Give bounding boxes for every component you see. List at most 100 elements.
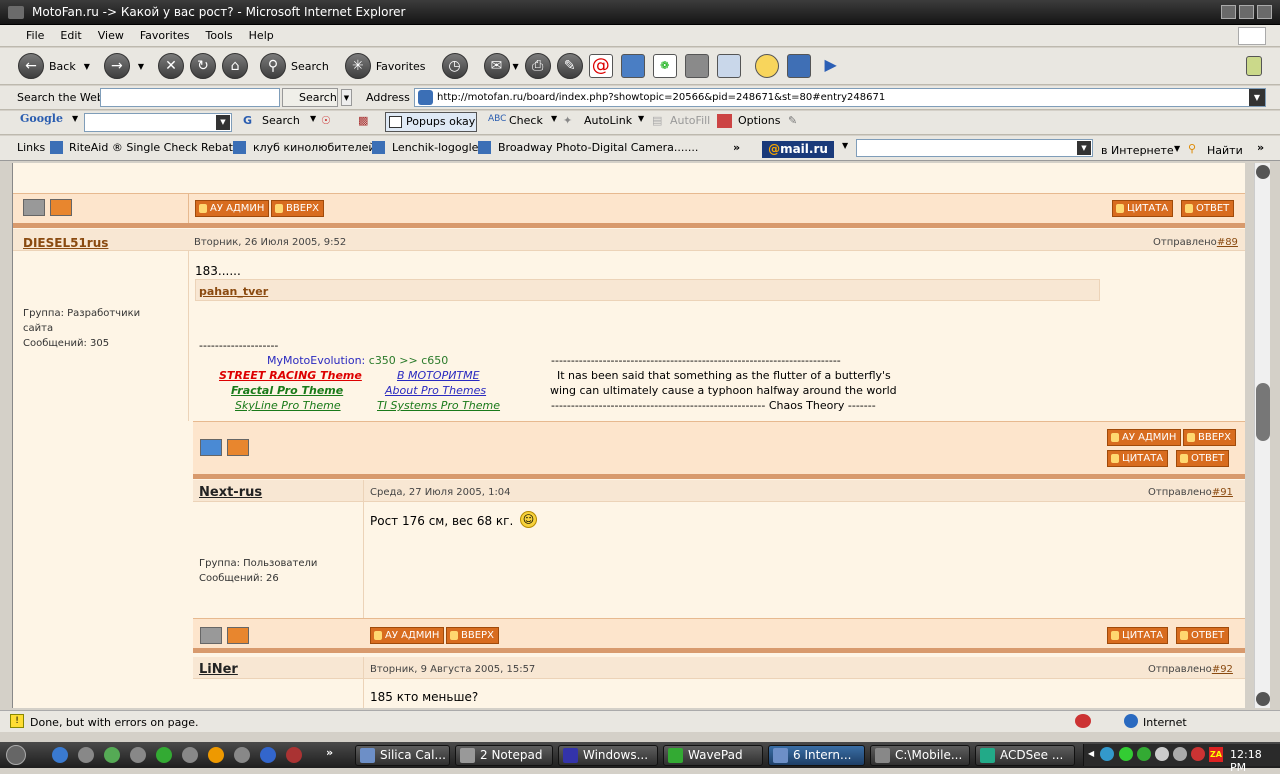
link-kino-club[interactable]: клуб кинолюбителей [253, 141, 376, 154]
quicklaunch-icon[interactable] [286, 747, 302, 763]
quote-button[interactable]: ЦИТАТА [1107, 450, 1169, 467]
autolink-button[interactable]: AutoLink [584, 114, 632, 127]
search-scope-select[interactable]: в Интернете [1101, 144, 1174, 157]
minimize-button[interactable] [1221, 5, 1236, 19]
scroll-thumb[interactable] [1256, 383, 1270, 441]
smiley-icon[interactable] [754, 54, 779, 78]
search-button[interactable]: ⚲ Search [260, 53, 329, 79]
au-admin-button[interactable]: АУ АДМИН [1107, 429, 1182, 446]
ti-systems-link[interactable]: TI Systems Pro Theme [377, 399, 500, 412]
tray-icon[interactable] [1119, 747, 1133, 761]
post-number-link[interactable]: #89 [1217, 237, 1238, 248]
menu-favorites[interactable]: Favorites [132, 25, 198, 47]
zonealarm-icon[interactable]: ZA [1209, 747, 1223, 762]
quicklaunch-icon[interactable] [182, 747, 198, 763]
mail-button[interactable]: ✉ ▼ [483, 53, 519, 79]
google-logo[interactable]: Google [20, 112, 63, 125]
google-dropdown-icon[interactable]: ▼ [216, 115, 230, 130]
scroll-down-icon[interactable] [1256, 692, 1270, 706]
menu-help[interactable]: Help [241, 25, 282, 47]
profile-image-button[interactable] [200, 627, 222, 644]
quicklaunch-icon[interactable] [78, 747, 94, 763]
link-broadway[interactable]: Broadway Photo-Digital Camera....... [498, 141, 698, 154]
post-author[interactable]: DIESEL51rus [23, 236, 108, 250]
reply-button[interactable]: ОТВЕТ [1181, 200, 1235, 217]
links-chevron-icon[interactable]: » [733, 141, 740, 154]
post-author[interactable]: Next-rus [199, 485, 262, 500]
task-wavepad[interactable]: WavePad [663, 745, 763, 766]
autofill-button[interactable]: AutoFill [670, 114, 710, 127]
quote-author[interactable]: pahan_tver [199, 285, 268, 298]
at-mail-icon[interactable]: @ [588, 54, 613, 78]
quicklaunch-chevron-icon[interactable]: » [326, 746, 333, 759]
search-web-input[interactable] [100, 88, 280, 107]
print-button[interactable]: ⎙ [524, 53, 551, 79]
start-button[interactable] [6, 745, 26, 765]
user-folder-icon[interactable] [50, 199, 72, 216]
mailru-search-input[interactable]: ▼ [856, 139, 1093, 157]
quicklaunch-icon[interactable] [104, 747, 120, 763]
profile-image-button[interactable] [23, 199, 45, 216]
close-button[interactable] [1257, 5, 1272, 19]
quicklaunch-icon[interactable] [156, 747, 172, 763]
mailru-dropdown-icon[interactable]: ▼ [1077, 141, 1091, 155]
top-button[interactable]: ВВЕРХ [1183, 429, 1236, 446]
popups-okay-button[interactable]: Popups okay [385, 112, 477, 132]
archive-icon[interactable] [684, 54, 709, 78]
quicklaunch-icon[interactable] [260, 747, 276, 763]
about-pro-themes-link[interactable]: About Pro Themes [385, 384, 486, 397]
search-dropdown-button[interactable]: ▼ [341, 89, 352, 106]
reply-button[interactable]: ОТВЕТ [1176, 450, 1230, 467]
motoritme-link[interactable]: В МОТОРИТМЕ [397, 369, 480, 382]
messenger-icon[interactable] [620, 54, 645, 78]
tray-icon[interactable] [1137, 747, 1151, 761]
quote-button[interactable]: ЦИТАТА [1107, 627, 1169, 644]
reply-button[interactable]: ОТВЕТ [1176, 627, 1230, 644]
maximize-button[interactable] [1239, 5, 1254, 19]
task-windows[interactable]: Windows... [558, 745, 658, 766]
vertical-scrollbar[interactable] [1254, 163, 1270, 708]
tray-icon[interactable] [1173, 747, 1187, 761]
user-folder-icon[interactable] [227, 627, 249, 644]
stop-button[interactable]: ✕ [158, 53, 185, 79]
scroll-up-icon[interactable] [1256, 165, 1270, 179]
search-web-button[interactable]: Search [282, 88, 338, 107]
ie-quicklaunch-icon[interactable] [52, 747, 68, 763]
toolbar-extend-icon[interactable] [1246, 56, 1262, 76]
top-button[interactable]: ВВЕРХ [271, 200, 324, 217]
post-number-link[interactable]: #91 [1212, 487, 1233, 498]
au-admin-button[interactable]: АУ АДМИН [195, 200, 270, 217]
user-folder-icon[interactable] [227, 439, 249, 456]
address-input[interactable]: http://motofan.ru/board/index.php?showto… [414, 88, 1266, 107]
quicklaunch-icon[interactable] [234, 747, 250, 763]
post-author[interactable]: LiNer [199, 662, 238, 677]
tray-icon[interactable] [1191, 747, 1205, 761]
clock[interactable]: 12:18 PM [1230, 748, 1280, 774]
home-button[interactable]: ⌂ [222, 53, 249, 79]
warning-icon[interactable]: ! [10, 714, 24, 728]
refresh-button[interactable]: ↻ [190, 53, 217, 79]
quicklaunch-icon[interactable] [130, 747, 146, 763]
task-acdsee[interactable]: ACDSee ... [975, 745, 1075, 766]
highlight-pen-icon[interactable]: ✎ [788, 114, 797, 127]
google-search-button[interactable]: Search [262, 114, 300, 127]
menu-edit[interactable]: Edit [52, 25, 89, 47]
check-button[interactable]: Check [509, 114, 543, 127]
play-arrow-icon[interactable]: ▶ [819, 54, 843, 78]
users-icon[interactable] [716, 54, 741, 78]
task-internet-explorer[interactable]: 6 Intern... [768, 745, 865, 766]
back-button[interactable]: ← Back ▼ [18, 53, 90, 79]
forward-button[interactable]: → ▼ [103, 53, 144, 79]
profile-image-button[interactable] [200, 439, 222, 456]
mailru-logo[interactable]: @mail.ru [762, 141, 834, 158]
task-notepad[interactable]: 2 Notepad [455, 745, 553, 766]
tray-icon[interactable] [1155, 747, 1169, 761]
pagerank-icon[interactable]: ▩ [358, 114, 368, 127]
task-mobile-folder[interactable]: C:\Mobile... [870, 745, 970, 766]
street-racing-link[interactable]: STREET RACING Theme [219, 369, 362, 382]
tray-collapse-icon[interactable]: ◀ [1088, 749, 1094, 758]
options-button[interactable]: Options [738, 114, 780, 127]
task-silica[interactable]: Silica Cal... [355, 745, 450, 766]
icq-flower-icon[interactable]: ❁ [652, 54, 677, 78]
post-number-link[interactable]: #92 [1212, 664, 1233, 675]
